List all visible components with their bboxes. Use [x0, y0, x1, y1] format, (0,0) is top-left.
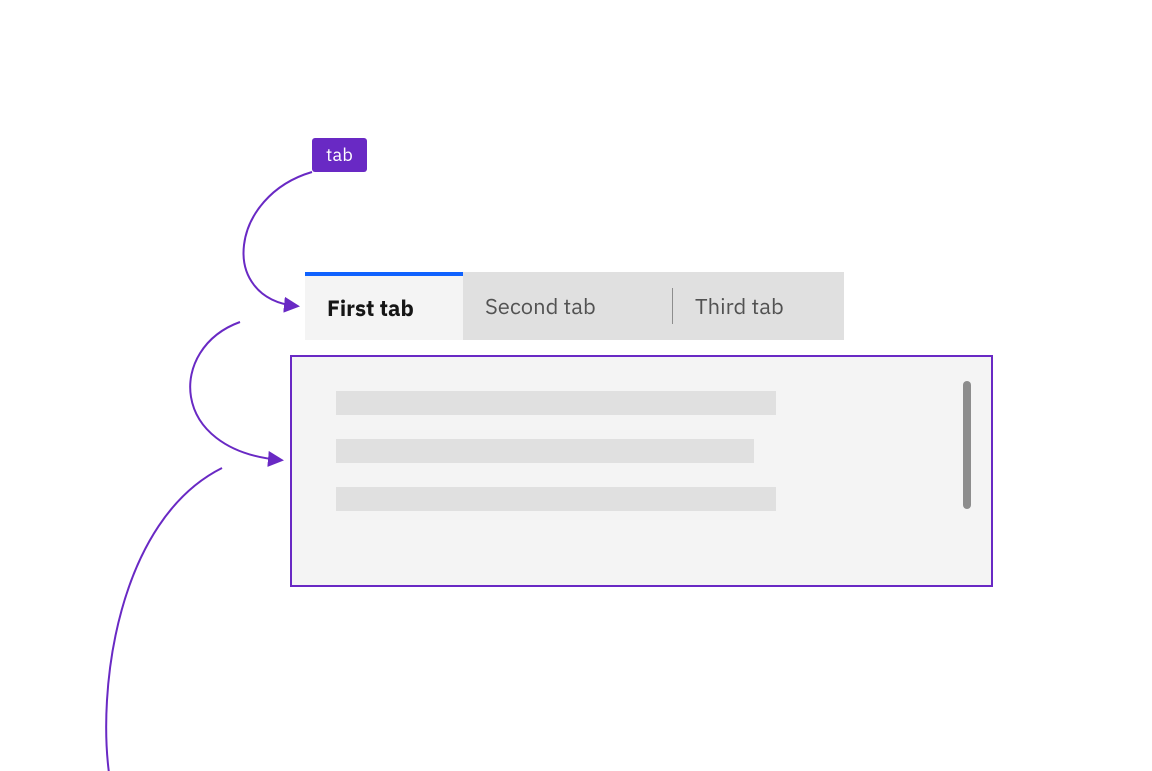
tab-first[interactable]: First tab [305, 272, 463, 340]
tab-label: Second tab [485, 292, 596, 321]
tab-list: First tab Second tab Third tab [305, 272, 844, 340]
scrollbar-thumb[interactable] [963, 381, 971, 509]
tab-label: Third tab [695, 292, 784, 321]
tab-label: First tab [327, 294, 414, 323]
anatomy-badge-tab: tab [312, 138, 367, 172]
skeleton-line [336, 487, 776, 511]
skeleton-line [336, 391, 776, 415]
tab-panel [290, 355, 993, 587]
skeleton-line [336, 439, 754, 463]
tab-second[interactable]: Second tab [463, 272, 673, 340]
tab-third[interactable]: Third tab [673, 272, 844, 340]
